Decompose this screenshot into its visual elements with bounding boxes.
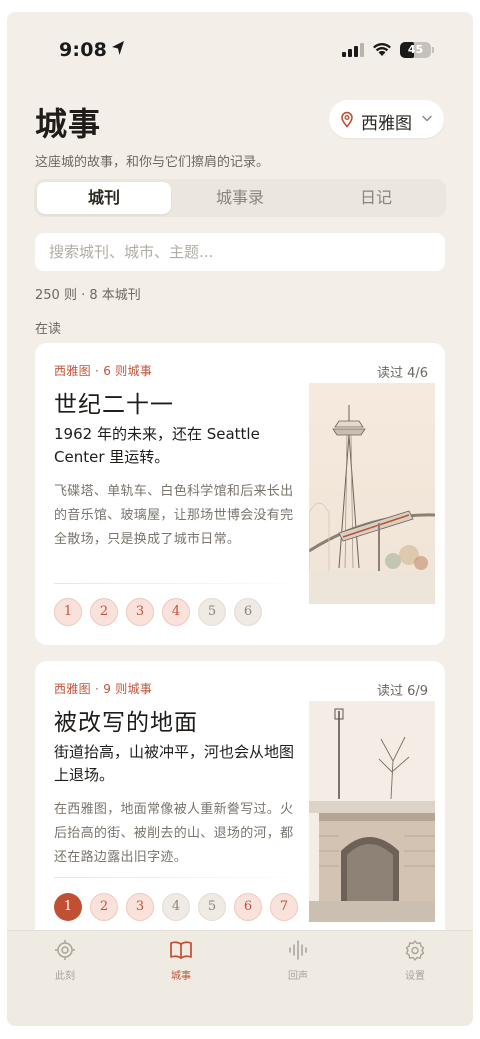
chapter-dot[interactable]: 1 bbox=[54, 598, 82, 626]
tab-bar-label: 此刻 bbox=[55, 971, 75, 982]
issue-description: 在西雅图，地面常像被人重新誊写过。火后抬高的街、被削去的山、退场的河，都还在路边… bbox=[54, 802, 294, 865]
tab-chengshilu[interactable]: 城事录 bbox=[173, 182, 307, 214]
status-bar: 9:08 45 bbox=[7, 12, 473, 84]
target-icon bbox=[55, 940, 75, 960]
tab-bar-item-echo[interactable]: 回声 bbox=[263, 939, 333, 982]
chapter-dot[interactable]: 2 bbox=[90, 598, 118, 626]
city-selector-button[interactable]: 西雅图 bbox=[329, 100, 444, 138]
book-icon bbox=[170, 941, 192, 959]
issue-lead: 街道抬高，山被冲平，河也会从地图上退场。 bbox=[54, 743, 295, 784]
chapter-dot[interactable]: 7 bbox=[270, 893, 298, 921]
chapter-indicators: 1 2 3 4 5 6 7 bbox=[54, 893, 298, 921]
chapter-dot[interactable]: 1 bbox=[54, 893, 82, 921]
issue-title: 世纪二十一 bbox=[54, 392, 174, 418]
card-divider bbox=[54, 877, 309, 878]
space-needle-illustration bbox=[309, 383, 435, 604]
chapter-dot[interactable]: 5 bbox=[198, 893, 226, 921]
issue-card[interactable]: 西雅图 · 9 则城事 读过 6/9 被改写的地面 街道抬高，山被冲平，河也会从… bbox=[35, 661, 445, 951]
bottom-tab-bar: 此刻 城事 回声 设置 bbox=[7, 930, 473, 1026]
chevron-down-icon bbox=[422, 115, 432, 122]
city-selector-label: 西雅图 bbox=[361, 114, 412, 134]
tab-bar-item-now[interactable]: 此刻 bbox=[30, 939, 100, 982]
issue-title: 被改写的地面 bbox=[54, 710, 198, 736]
battery-icon: 45 bbox=[400, 42, 431, 58]
tab-bar-label: 城事 bbox=[171, 971, 191, 982]
chapter-indicators: 1 2 3 4 5 6 bbox=[54, 598, 262, 626]
reading-progress: 读过 4/6 bbox=[376, 366, 428, 381]
issue-meta: 西雅图 · 6 则城事 bbox=[54, 364, 153, 378]
card-divider bbox=[54, 583, 309, 584]
section-label-reading: 在读 bbox=[35, 322, 62, 337]
issue-lead: 1962 年的未来，还在 Seattle Center 里运转。 bbox=[54, 425, 260, 466]
tab-bar-label: 设置 bbox=[405, 971, 425, 982]
tab-bar-item-stories[interactable]: 城事 bbox=[146, 939, 216, 982]
chapter-dot[interactable]: 6 bbox=[234, 598, 262, 626]
chapter-dot[interactable]: 6 bbox=[234, 893, 262, 921]
segmented-control: 城刊 城事录 日记 bbox=[34, 179, 446, 217]
cellular-signal-icon bbox=[342, 43, 364, 57]
chapter-dot[interactable]: 4 bbox=[162, 893, 190, 921]
location-arrow-icon bbox=[112, 41, 124, 55]
chapter-dot[interactable]: 3 bbox=[126, 893, 154, 921]
status-time: 9:08 bbox=[59, 39, 108, 61]
page-title: 城事 bbox=[35, 105, 102, 143]
underground-street-illustration bbox=[309, 701, 435, 922]
battery-tip bbox=[432, 47, 434, 53]
issue-meta: 西雅图 · 9 则城事 bbox=[54, 682, 153, 696]
tab-riji[interactable]: 日记 bbox=[309, 182, 443, 214]
issue-card[interactable]: 西雅图 · 6 则城事 读过 4/6 世纪二十一 1962 年的未来，还在 Se… bbox=[35, 343, 445, 645]
app-screen: 9:08 45 城事 西雅图 这座城的故事，和你与它们擦肩的记录。 城刊 城事录… bbox=[7, 12, 473, 1026]
chapter-dot[interactable]: 5 bbox=[198, 598, 226, 626]
wifi-icon bbox=[373, 43, 391, 56]
tab-bar-item-settings[interactable]: 设置 bbox=[380, 939, 450, 982]
chapter-dot[interactable]: 4 bbox=[162, 598, 190, 626]
battery-level: 45 bbox=[407, 43, 424, 56]
issue-description: 飞碟塔、单轨车、白色科学馆和后来长出的音乐馆、玻璃屋，让那场世博会没有完全散场，… bbox=[54, 484, 294, 547]
tab-bar-label: 回声 bbox=[288, 971, 308, 982]
collection-summary: 250 则 · 8 本城刊 bbox=[35, 288, 141, 303]
page-subtitle: 这座城的故事，和你与它们擦肩的记录。 bbox=[35, 155, 270, 170]
search-input[interactable] bbox=[35, 233, 445, 271]
chapter-dot[interactable]: 2 bbox=[90, 893, 118, 921]
map-pin-icon bbox=[341, 111, 353, 128]
waveform-icon bbox=[289, 940, 307, 960]
gear-icon bbox=[405, 940, 425, 961]
tab-chengkan[interactable]: 城刊 bbox=[37, 182, 171, 214]
chapter-dot[interactable]: 3 bbox=[126, 598, 154, 626]
reading-progress: 读过 6/9 bbox=[376, 684, 428, 699]
